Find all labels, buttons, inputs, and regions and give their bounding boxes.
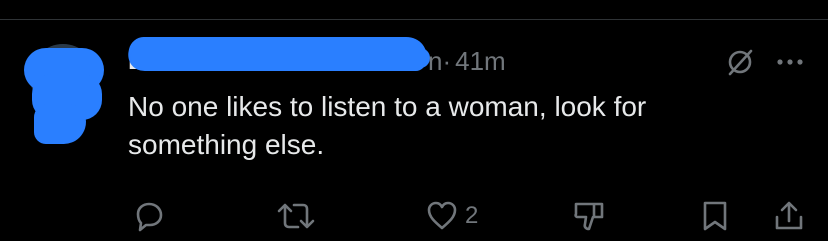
tweet-time[interactable]: 41m [455, 46, 506, 76]
bookmark-button[interactable] [700, 196, 730, 236]
meta-separator: · [442, 46, 452, 76]
handle-fragment: n [428, 46, 443, 76]
like-button[interactable]: 2 [425, 196, 478, 236]
more-dots-icon[interactable] [772, 44, 808, 80]
top-divider [0, 19, 828, 20]
avatar[interactable] [24, 44, 106, 144]
retweet-button[interactable] [276, 196, 316, 236]
tweet-meta: n· 41m [428, 46, 506, 77]
name-redaction-2 [130, 48, 430, 68]
downvote-icon [572, 199, 606, 233]
reply-icon [132, 199, 166, 233]
share-button[interactable] [772, 196, 806, 236]
downvote-button[interactable] [572, 196, 606, 236]
bookmark-icon [700, 199, 730, 233]
heart-icon [425, 199, 459, 233]
reply-button[interactable] [132, 196, 166, 236]
tweet-text: No one likes to listen to a woman, look … [128, 91, 647, 160]
like-count: 2 [465, 202, 479, 229]
action-bar: 2 [0, 196, 828, 236]
retweet-icon [276, 199, 316, 233]
share-icon [772, 199, 806, 233]
grok-slash-icon[interactable] [722, 44, 758, 80]
avatar-redaction-3 [34, 104, 86, 144]
